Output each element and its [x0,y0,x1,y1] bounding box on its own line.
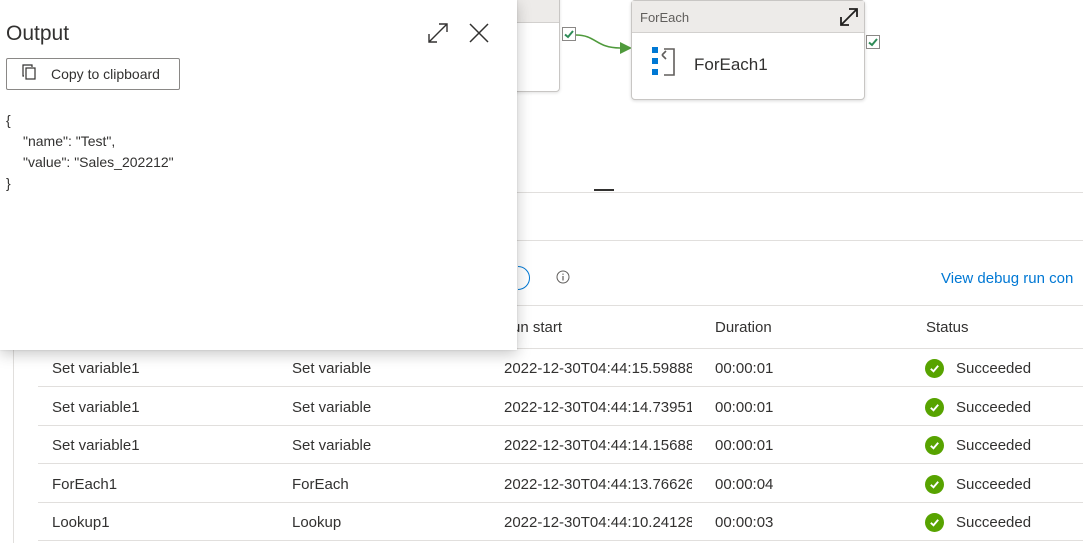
status-text: Succeeded [956,514,1032,531]
cell-run-start: 2022-12-30T04:44:14.73951 [504,398,692,416]
json-close-brace: } [6,175,11,191]
column-header-status[interactable]: Status [926,319,969,336]
close-icon[interactable] [467,21,491,45]
foreach-activity-name: ForEach1 [694,54,768,74]
json-line-name: "name": "Test", [23,133,116,149]
cell-duration: 00:00:04 [715,475,774,493]
foreach-icon [650,45,678,84]
previous-activity-success-check [562,27,576,41]
adf-debug-view: ForEach ForEach1 View debug run con un s… [0,0,1083,543]
status-text: Succeeded [956,360,1032,377]
output-panel-title: Output [6,22,70,45]
copy-to-clipboard-button[interactable]: Copy to clipboard [6,58,180,90]
success-check-icon [925,513,944,532]
cell-activity-type: Set variable [292,360,372,377]
view-debug-run-link[interactable]: View debug run con [941,270,1073,287]
success-connector-arrow [576,34,632,54]
success-check-icon [925,359,944,378]
column-header-duration[interactable]: Duration [715,319,772,336]
cell-status: Succeeded [925,474,1083,494]
info-icon[interactable] [556,270,570,284]
table-left-border [13,348,14,543]
cell-activity-type: Set variable [292,398,372,416]
table-row[interactable]: Set variable1 Set variable 2022-12-30T04:4… [38,426,1083,464]
cell-status: Succeeded [925,397,1083,417]
foreach-header-label: ForEach [640,10,690,25]
status-text: Succeeded [956,437,1032,454]
pane-splitter-handle[interactable] [594,189,614,191]
foreach-activity-card[interactable]: ForEach ForEach1 [631,0,865,100]
json-open-brace: { [6,112,11,128]
table-row[interactable]: Set variable1 Set variable 2022-12-30T04:4… [38,388,1083,426]
success-check-icon [925,474,944,494]
cell-activity-name: Lookup1 [52,514,110,531]
foreach-activity-body: ForEach1 [632,33,864,84]
output-panel: Output Copy to clipboard {"name": "Test… [0,0,517,350]
output-json-view[interactable]: { "name": "Test", "value": "Sales_202212… [6,110,174,194]
cell-duration: 00:00:03 [715,514,774,531]
cell-activity-name: Set variable1 [52,360,140,377]
json-line-value: "value": "Sales_202212" [23,154,174,170]
cell-activity-type: Lookup [292,514,342,531]
status-text: Succeeded [956,398,1032,416]
cell-run-start: 2022-12-30T04:44:10.24128 [504,514,692,531]
copy-to-clipboard-label: Copy to clipboard [51,66,160,82]
cell-activity-name: ForEach1 [52,475,118,493]
cell-activity-name: Set variable1 [52,437,140,454]
table-row[interactable]: Lookup1 Lookup 2022-12-30T04:44:10.24128 00… [38,503,1083,541]
copy-icon [21,63,37,86]
cell-duration: 00:00:01 [715,437,774,454]
foreach-activity-header: ForEach [632,1,864,33]
cell-activity-name: Set variable1 [52,398,140,416]
cell-duration: 00:00:01 [715,360,774,377]
cell-run-start: 2022-12-30T04:44:13.76626 [504,475,692,493]
success-check-icon [925,436,944,455]
cell-status: Succeeded [925,359,1083,378]
success-check-icon [925,397,944,417]
cell-duration: 00:00:01 [715,398,774,416]
cell-activity-type: ForEach [292,475,349,493]
status-text: Succeeded [956,475,1032,493]
expand-icon[interactable] [426,21,450,45]
cell-run-start: 2022-12-30T04:44:14.15688 [504,437,692,454]
column-header-run-start[interactable]: un start [512,319,562,336]
table-row[interactable]: ForEach1 ForEach 2022-12-30T04:44:13.76626… [38,465,1083,503]
cell-run-start: 2022-12-30T04:44:15.59888 [504,360,692,377]
cell-status: Succeeded [925,513,1083,532]
table-row[interactable]: Set variable1 Set variable 2022-12-30T04:4… [38,349,1083,387]
open-inner-activities-icon[interactable] [838,6,860,28]
cell-status: Succeeded [925,436,1083,455]
foreach-success-check [866,35,880,49]
cell-activity-type: Set variable [292,437,372,454]
